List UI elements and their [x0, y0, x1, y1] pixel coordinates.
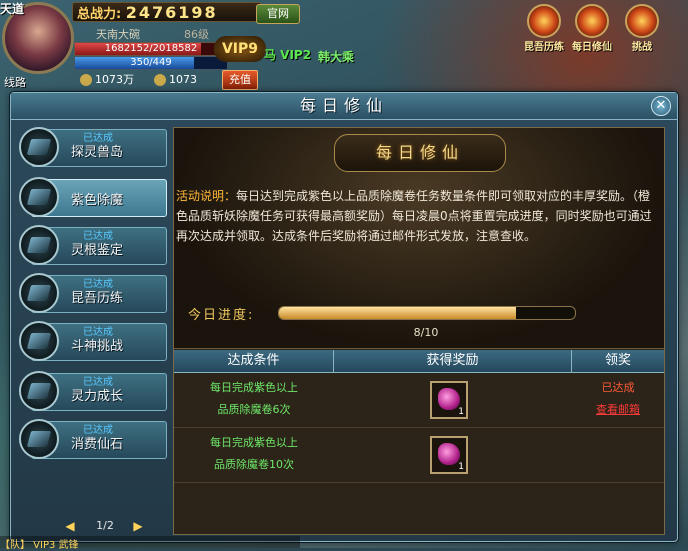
ingot-amount: 1073 — [154, 72, 197, 88]
scroll-icon — [19, 177, 59, 217]
ingot-icon — [154, 74, 166, 86]
sidebar-item-label: 探灵兽岛 — [71, 145, 124, 160]
player-hud: 天道 线路 总战力: 2476198 官网 天南大碗 86级 1682152/2… — [0, 0, 420, 92]
sidebar-item-purple-demon[interactable]: 紫色除魔 — [19, 175, 167, 219]
description-text: 每日达到完成紫色以上品质除魔卷任务数量条件即可领取对应的丰厚奖励。（橙色品质斩妖… — [176, 189, 652, 243]
mp-bar: 350/449 — [74, 56, 228, 70]
progress-fill — [279, 307, 516, 319]
player-level: 86级 — [184, 28, 209, 41]
column-condition: 达成条件 — [174, 350, 334, 372]
challenge-label: 挑战 — [632, 42, 652, 53]
progress-bar — [278, 306, 576, 320]
daily-cultivation-entry[interactable]: 每日修仙 — [572, 4, 612, 56]
prev-page-button[interactable]: ◀ — [63, 519, 77, 533]
table-row: 每日完成紫色以上 品质除魔卷10次 1 — [174, 428, 664, 483]
daily-cultivation-dialog: 每日修仙 ✕ 已达成 探灵兽岛 紫色除魔 已达成 灵根鉴定 已达成 昆吾历练 已… — [10, 92, 678, 542]
challenge-entry[interactable]: 挑战 — [622, 4, 662, 56]
chat-line: 【队】 VIP3 武锋 — [0, 536, 300, 551]
combat-power-label: 总战力: — [77, 7, 122, 22]
condition-text: 每日完成紫色以上 品质除魔卷10次 — [174, 432, 334, 476]
dialog-title: 每日修仙 — [299, 96, 388, 115]
progress-label: 今日进度: — [188, 308, 255, 323]
achieved-status: 已达成 — [601, 381, 635, 394]
reward-item-slot[interactable]: 1 — [430, 436, 468, 474]
dialog-header[interactable]: 每日修仙 ✕ — [11, 93, 677, 120]
combat-power-value: 2476198 — [125, 3, 218, 22]
gold-coin-icon — [80, 74, 92, 86]
task-sidebar: 已达成 探灵兽岛 紫色除魔 已达成 灵根鉴定 已达成 昆吾历练 已达成 斗神挑战 — [19, 125, 169, 533]
scroll-icon — [19, 127, 59, 167]
activity-icons: 昆吾历练 每日修仙 挑战 — [518, 0, 688, 60]
progress-text: 8/10 — [413, 326, 439, 339]
scroll-icon — [19, 225, 59, 265]
gem-icon — [438, 388, 460, 410]
close-button[interactable]: ✕ — [651, 96, 671, 116]
kunwu-trial-icon — [527, 4, 561, 38]
gold-value: 1073万 — [95, 73, 134, 86]
chevron-right-icon: ▶ — [133, 519, 143, 533]
condition-line: 品质除魔卷6次 — [217, 403, 291, 416]
mp-text: 350/449 — [130, 57, 172, 68]
reward-item-slot[interactable]: 1 — [430, 381, 468, 419]
task-detail-panel: 每日修仙 活动说明：每日达到完成紫色以上品质除魔卷任务数量条件即可领取对应的丰厚… — [173, 127, 665, 535]
chevron-left-icon: ◀ — [65, 519, 75, 533]
sidebar-item-spend-stone[interactable]: 已达成 消费仙石 — [19, 417, 167, 461]
scroll-icon — [19, 321, 59, 361]
condition-line: 品质除魔卷10次 — [214, 458, 294, 471]
gem-icon — [438, 443, 460, 465]
reward-count: 1 — [458, 407, 464, 417]
reward-count: 1 — [458, 462, 464, 472]
check-mailbox-link[interactable]: 查看邮箱 — [572, 399, 664, 421]
condition-line: 每日完成紫色以上 — [210, 381, 298, 394]
column-claim: 领奖 — [604, 353, 631, 368]
sidebar-item-label: 紫色除魔 — [71, 193, 124, 208]
claim-status: 已达成 查看邮箱 — [572, 377, 664, 421]
kunwu-trial-label: 昆吾历练 — [524, 42, 564, 53]
sidebar-pager: ◀ 1/2 ▶ — [59, 519, 149, 535]
sidebar-item-battle-god[interactable]: 已达成 斗神挑战 — [19, 319, 167, 363]
sidebar-item-label: 灵根鉴定 — [71, 243, 124, 258]
server-tag: 天道 — [0, 2, 25, 16]
gold-amount: 1073万 — [80, 72, 134, 88]
npc-vip-label: 马 VIP2 — [264, 48, 312, 62]
column-reward: 获得奖励 — [334, 350, 572, 372]
sidebar-item-label: 斗神挑战 — [71, 339, 124, 354]
panel-banner-title: 每日修仙 — [334, 134, 506, 172]
official-site-button[interactable]: 官网 — [256, 4, 300, 24]
player-name: 天南大碗 — [96, 28, 140, 41]
scroll-icon — [19, 371, 59, 411]
ingot-value: 1073 — [169, 73, 197, 86]
combat-power: 总战力: 2476198 — [72, 2, 262, 22]
hp-text: 1682152/2018582 — [104, 43, 198, 54]
recharge-button[interactable]: 充值 — [222, 70, 258, 90]
daily-cultivation-icon — [575, 4, 609, 38]
close-icon: ✕ — [655, 98, 667, 113]
sidebar-item-label: 灵力成长 — [71, 389, 124, 404]
activity-info: 每日修仙 活动说明：每日达到完成紫色以上品质除魔卷任务数量条件即可领取对应的丰厚… — [174, 128, 664, 349]
npc-name: 韩大乘 — [318, 50, 355, 64]
table-row: 每日完成紫色以上 品质除魔卷6次 1 已达成 查看邮箱 — [174, 373, 664, 428]
hp-bar: 1682152/2018582 — [74, 42, 228, 56]
description-label: 活动说明： — [176, 189, 237, 203]
condition-text: 每日完成紫色以上 品质除魔卷6次 — [174, 377, 334, 421]
scroll-icon — [19, 419, 59, 459]
challenge-icon — [625, 4, 659, 38]
next-page-button[interactable]: ▶ — [131, 519, 145, 533]
sidebar-item-label: 消费仙石 — [71, 437, 124, 452]
sidebar-item-lingshou-island[interactable]: 已达成 探灵兽岛 — [19, 125, 167, 169]
activity-description: 活动说明：每日达到完成紫色以上品质除魔卷任务数量条件即可领取对应的丰厚奖励。（橙… — [176, 186, 660, 246]
sidebar-item-spirit-root[interactable]: 已达成 灵根鉴定 — [19, 223, 167, 267]
page-indicator: 1/2 — [96, 519, 114, 532]
vip-badge[interactable]: VIP9 — [214, 36, 266, 62]
scroll-icon — [19, 273, 59, 313]
daily-cultivation-label: 每日修仙 — [572, 42, 612, 53]
sidebar-item-label: 昆吾历练 — [71, 291, 124, 306]
sidebar-item-spirit-growth[interactable]: 已达成 灵力成长 — [19, 369, 167, 413]
table-header: 达成条件 获得奖励 领奖 — [174, 350, 664, 373]
sidebar-item-kunwu-trial[interactable]: 已达成 昆吾历练 — [19, 271, 167, 315]
line-tag[interactable]: 线路 — [4, 74, 26, 90]
kunwu-trial-entry[interactable]: 昆吾历练 — [524, 4, 564, 56]
condition-line: 每日完成紫色以上 — [210, 436, 298, 449]
